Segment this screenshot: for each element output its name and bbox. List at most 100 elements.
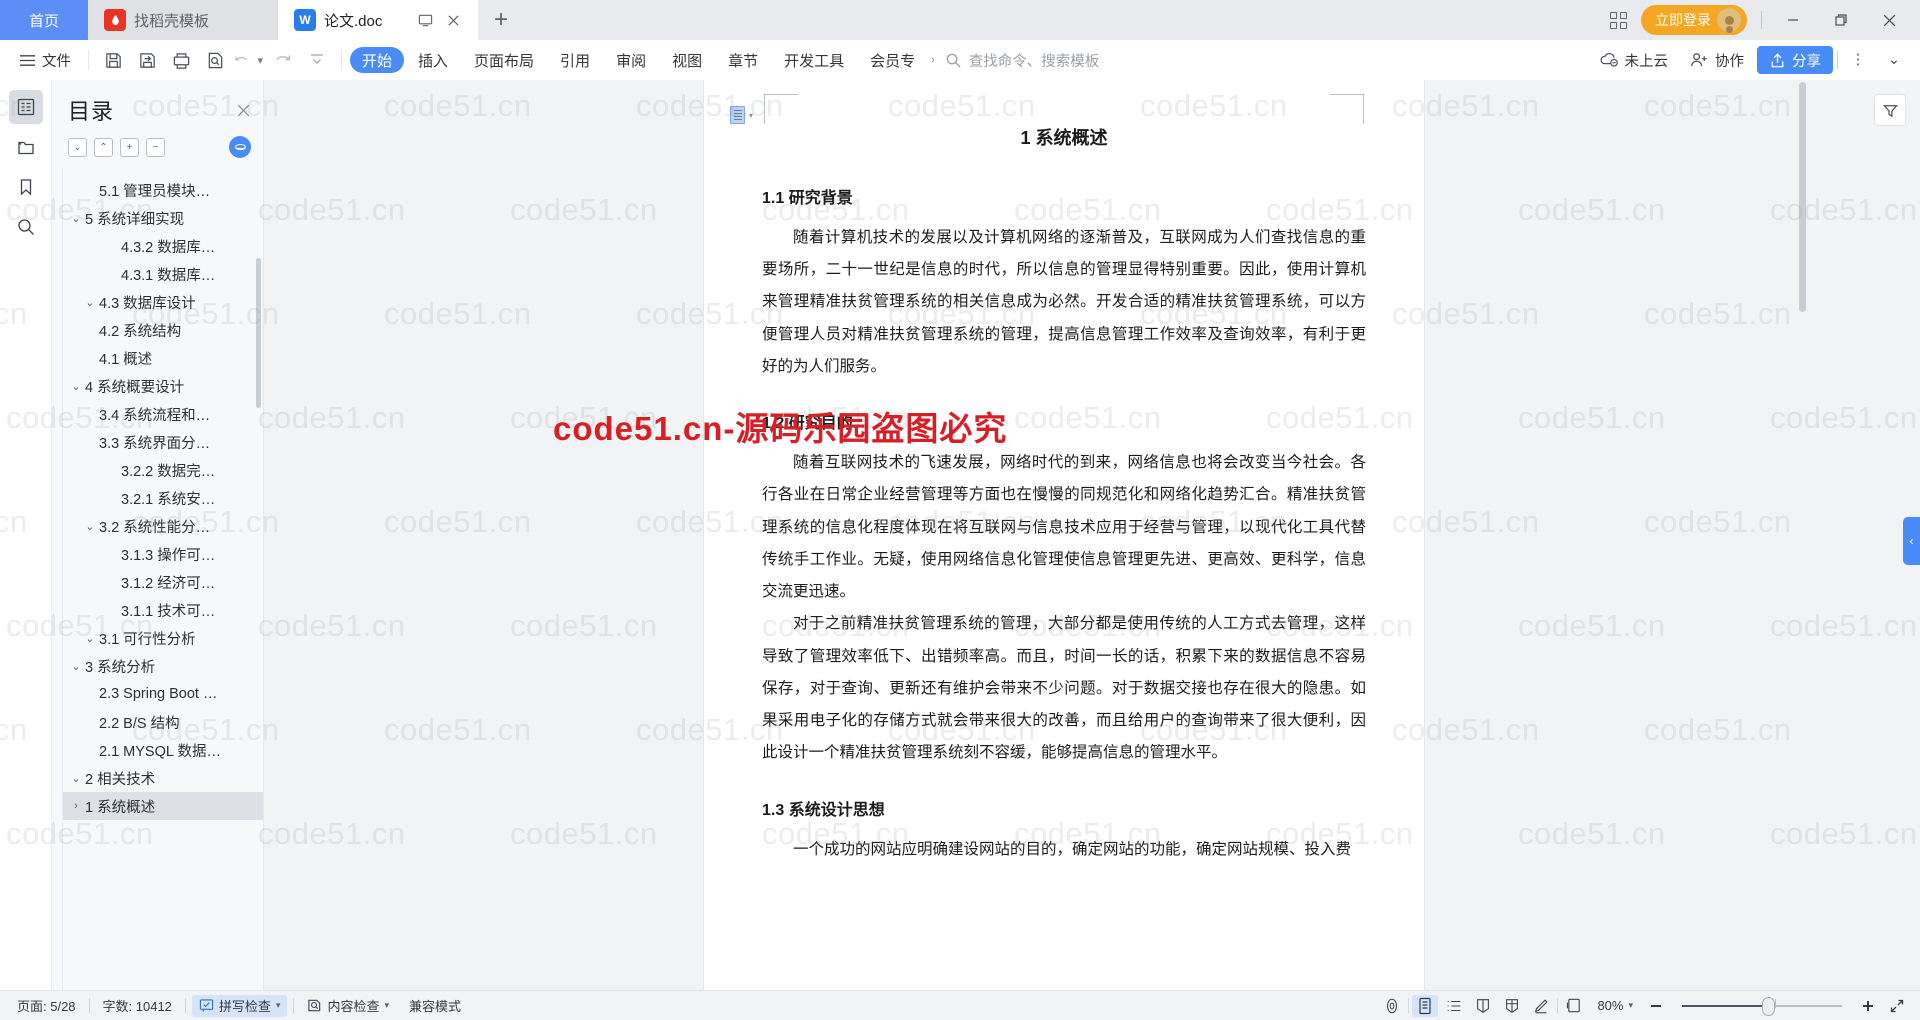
toc-item[interactable]: 3.1.3 操作可… bbox=[63, 540, 263, 568]
document-viewport[interactable]: ▾ 1 系统概述 1.1 研究背景 随着计算机技术的发展以及计算机网络的逐渐普及… bbox=[264, 80, 1864, 990]
toc-item[interactable]: 3.2.2 数据完… bbox=[63, 456, 263, 484]
chevron-icon[interactable]: ⌄ bbox=[67, 380, 85, 393]
more-tabs-chevron-icon[interactable]: › bbox=[929, 54, 937, 66]
eye-icon[interactable] bbox=[229, 136, 251, 158]
document-scrollbar[interactable] bbox=[1799, 82, 1806, 312]
chevron-down-icon[interactable]: ▾ bbox=[384, 1000, 389, 1011]
tab-home[interactable]: 首页 bbox=[0, 0, 88, 40]
outline-view-icon[interactable] bbox=[1441, 995, 1467, 1017]
document-map-icon[interactable] bbox=[9, 130, 43, 164]
save-as-icon[interactable] bbox=[131, 45, 163, 75]
toc-item[interactable]: 4.3.1 数据库… bbox=[63, 260, 263, 288]
share-button[interactable]: 分享 bbox=[1757, 46, 1833, 74]
toc-item[interactable]: ⌄ 3.1 可行性分析 bbox=[63, 624, 263, 652]
outline-icon[interactable] bbox=[8, 90, 43, 124]
ribbon-tab-member[interactable]: 会员专 bbox=[858, 50, 927, 71]
toc-scrollbar[interactable] bbox=[256, 258, 261, 408]
zoom-in-button[interactable] bbox=[1855, 995, 1881, 1017]
toc-item[interactable]: 4.3.2 数据库… bbox=[63, 232, 263, 260]
collaborate-button[interactable]: 协作 bbox=[1681, 45, 1753, 75]
print-layout-icon[interactable] bbox=[1412, 994, 1439, 1017]
web-layout-icon[interactable] bbox=[1499, 995, 1525, 1017]
maximize-button[interactable] bbox=[1824, 6, 1858, 34]
close-button[interactable] bbox=[1872, 6, 1906, 34]
close-tab-icon[interactable] bbox=[444, 11, 462, 29]
chevron-icon[interactable]: ⌄ bbox=[81, 520, 99, 533]
new-tab-button[interactable]: + bbox=[478, 0, 524, 40]
tab-daoke-template[interactable]: 找稻壳模板 bbox=[88, 0, 278, 40]
fullscreen-icon[interactable] bbox=[1884, 995, 1910, 1017]
spell-check-button[interactable]: 拼写检查 ▾ bbox=[191, 994, 288, 1017]
search-input[interactable]: 查找命令、搜索模板 bbox=[945, 50, 1099, 71]
filter-panel-icon[interactable] bbox=[1874, 94, 1906, 126]
toc-item[interactable]: ⌄ 2 相关技术 bbox=[63, 764, 263, 792]
toc-item[interactable]: 3.1.2 经济可… bbox=[63, 568, 263, 596]
toc-item[interactable]: 3.4 系统流程和… bbox=[63, 400, 263, 428]
chevron-down-icon[interactable]: ▾ bbox=[255, 54, 265, 67]
login-button[interactable]: 立即登录 bbox=[1641, 5, 1747, 35]
toc-item[interactable]: ⌄ 4.3 数据库设计 bbox=[63, 288, 263, 316]
zoom-level[interactable]: 80% ▾ bbox=[1590, 995, 1640, 1017]
print-icon[interactable] bbox=[165, 45, 197, 75]
toc-item[interactable]: › 1 系统概述 bbox=[63, 792, 263, 820]
more-options-icon[interactable]: ⋮ bbox=[1842, 45, 1874, 75]
toc-item[interactable]: 3.1.1 技术可… bbox=[63, 596, 263, 624]
chevron-icon[interactable]: ⌄ bbox=[81, 632, 99, 645]
toc-list[interactable]: 5.1 管理员模块… ⌄ 5 系统详细实现 4.3.2 数据库… 4.3.1 数据库… ⌄… bbox=[62, 168, 263, 990]
annotate-icon[interactable] bbox=[1528, 995, 1554, 1017]
focus-mode-icon[interactable] bbox=[1379, 995, 1405, 1017]
file-menu-button[interactable]: 文件 bbox=[10, 45, 80, 75]
chevron-down-icon[interactable]: ▾ bbox=[1628, 1000, 1633, 1011]
collapse-right-panel-button[interactable]: ‹ bbox=[1903, 516, 1920, 565]
expand-down-button[interactable]: ⌄ bbox=[68, 137, 87, 157]
expand-all-button[interactable]: + bbox=[120, 137, 139, 157]
chevron-icon[interactable]: ⌄ bbox=[67, 660, 85, 673]
toc-item[interactable]: 2.1 MYSQL 数据… bbox=[63, 736, 263, 764]
toc-item[interactable]: 2.3 Spring Boot … bbox=[63, 680, 263, 708]
ribbon-tab-insert[interactable]: 插入 bbox=[406, 50, 460, 71]
ribbon-tab-dev-tools[interactable]: 开发工具 bbox=[772, 50, 856, 71]
present-icon[interactable] bbox=[416, 11, 434, 29]
undo-icon[interactable]: ▾ bbox=[233, 45, 265, 75]
collapse-ribbon-icon[interactable]: ⌄ bbox=[1878, 45, 1910, 75]
chevron-icon[interactable]: ⌄ bbox=[67, 772, 85, 785]
customize-quick-access-icon[interactable] bbox=[301, 45, 333, 75]
apps-grid-icon[interactable] bbox=[1610, 11, 1627, 29]
content-check-button[interactable]: 内容检查 ▾ bbox=[300, 995, 396, 1017]
print-preview-icon[interactable] bbox=[199, 45, 231, 75]
toc-item[interactable]: 2.2 B/S 结构 bbox=[63, 708, 263, 736]
zoom-out-button[interactable] bbox=[1643, 995, 1669, 1017]
close-icon[interactable] bbox=[236, 103, 251, 118]
toc-item[interactable]: 5.1 管理员模块… bbox=[63, 176, 263, 204]
tab-document-active[interactable]: W 论文.doc bbox=[278, 0, 478, 40]
ribbon-tab-start[interactable]: 开始 bbox=[350, 47, 405, 73]
zoom-slider[interactable] bbox=[1672, 995, 1852, 1017]
ribbon-tab-page-layout[interactable]: 页面布局 bbox=[462, 50, 546, 71]
redo-icon[interactable] bbox=[267, 45, 299, 75]
ribbon-tab-review[interactable]: 审阅 bbox=[604, 50, 658, 71]
chevron-icon[interactable]: ⌄ bbox=[67, 212, 85, 225]
save-icon[interactable] bbox=[97, 45, 129, 75]
toc-item[interactable]: ⌄ 3 系统分析 bbox=[63, 652, 263, 680]
toc-item[interactable]: 3.2.1 系统安… bbox=[63, 484, 263, 512]
toc-item[interactable]: ⌄ 5 系统详细实现 bbox=[63, 204, 263, 232]
zoom-slider-knob[interactable] bbox=[1762, 996, 1775, 1016]
toc-item[interactable]: 4.1 概述 bbox=[63, 344, 263, 372]
reading-layout-icon[interactable] bbox=[1470, 995, 1496, 1017]
ribbon-tab-view[interactable]: 视图 bbox=[660, 50, 714, 71]
minimize-button[interactable] bbox=[1776, 6, 1810, 34]
page-indicator[interactable]: 页面: 5/28 bbox=[10, 995, 83, 1017]
collapse-up-button[interactable]: ⌃ bbox=[94, 137, 113, 157]
paragraph-mark-icon[interactable]: ▾ bbox=[730, 106, 753, 124]
collapse-all-button[interactable]: − bbox=[146, 137, 165, 157]
toc-item[interactable]: 4.2 系统结构 bbox=[63, 316, 263, 344]
fit-page-icon[interactable] bbox=[1561, 995, 1587, 1017]
toc-item[interactable]: 3.3 系统界面分… bbox=[63, 428, 263, 456]
ribbon-tab-references[interactable]: 引用 bbox=[548, 50, 602, 71]
bookmark-icon[interactable] bbox=[9, 170, 43, 204]
toc-item[interactable]: ⌄ 3.2 系统性能分… bbox=[63, 512, 263, 540]
word-count[interactable]: 字数: 10412 bbox=[96, 995, 179, 1017]
chevron-down-icon[interactable]: ▾ bbox=[276, 1000, 281, 1011]
chevron-icon[interactable]: › bbox=[67, 800, 85, 812]
cloud-status-button[interactable]: 未上云 bbox=[1590, 45, 1678, 75]
